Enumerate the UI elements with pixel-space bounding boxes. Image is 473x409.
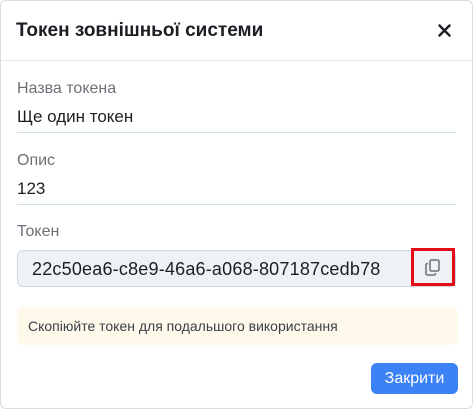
close-button[interactable]: Закрити — [371, 363, 458, 394]
hint-banner: Скопіюйте токен для подальшого використа… — [17, 307, 458, 345]
token-value: 22c50ea6-c8e9-46a6-a068-807187cedb78 — [32, 259, 381, 279]
token-label: Токен — [17, 223, 60, 240]
description-divider — [17, 204, 456, 205]
token-field[interactable]: 22c50ea6-c8e9-46a6-a068-807187cedb78 — [17, 250, 456, 287]
token-dialog: Токен зовнішньої системи Назва токена Ще… — [0, 0, 473, 409]
description-value: 123 — [17, 179, 46, 198]
dialog-header: Токен зовнішньої системи — [1, 1, 472, 61]
description-label: Опис — [17, 152, 56, 169]
copy-button[interactable] — [411, 248, 455, 286]
token-name-divider — [17, 132, 456, 133]
hint-text: Скопіюйте токен для подальшого використа… — [28, 318, 338, 334]
token-name-label: Назва токена — [17, 80, 117, 97]
token-name-value: Ще один токен — [17, 107, 134, 126]
close-icon[interactable] — [434, 19, 454, 41]
copy-icon — [425, 258, 440, 276]
dialog-title: Токен зовнішньої системи — [16, 20, 264, 41]
